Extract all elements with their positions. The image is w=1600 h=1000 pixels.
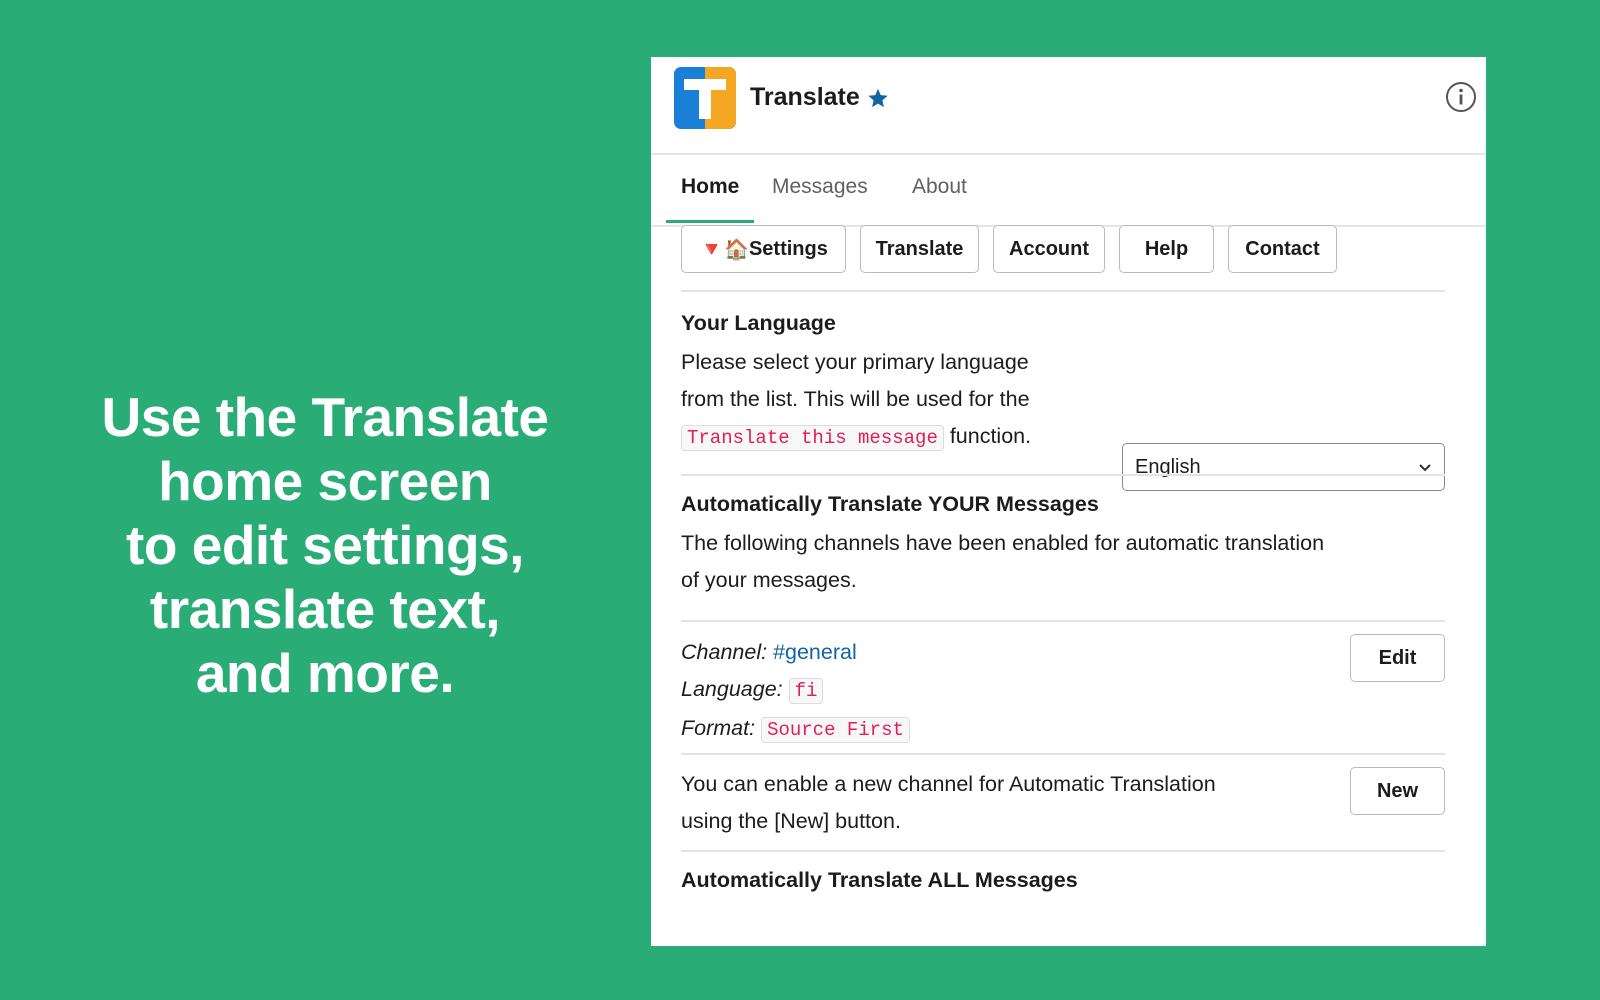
channel-details: Channel: #general Language: fi Format: S… [681, 634, 1241, 749]
divider [681, 620, 1445, 622]
promo-line: to edit settings, [126, 514, 524, 576]
tab-home[interactable]: Home [666, 175, 755, 223]
tab-bar: Home Messages About [651, 155, 1486, 227]
your-language-description: Please select your primary language from… [681, 344, 1111, 457]
promo-line: home screen [158, 450, 492, 512]
new-channel-description: You can enable a new channel for Automat… [681, 766, 1321, 840]
star-icon[interactable] [867, 87, 889, 114]
description-line: using the [New] button. [681, 809, 901, 833]
contact-button[interactable]: Contact [1228, 225, 1337, 273]
description-line: The following channels have been enabled… [681, 531, 1325, 555]
description-line: You can enable a new channel for Automat… [681, 772, 1216, 796]
app-header: Translate [651, 57, 1486, 155]
your-language-title: Your Language [681, 311, 836, 335]
auto-all-title: Automatically Translate ALL Messages [681, 868, 1078, 892]
divider [681, 290, 1445, 292]
settings-button-label: Settings [748, 237, 828, 260]
description-line: Please select your primary language [681, 350, 1029, 374]
divider [681, 850, 1445, 852]
auto-your-title: Automatically Translate YOUR Messages [681, 492, 1099, 516]
function-suffix: function. [943, 424, 1032, 448]
description-line: Translate this message function. [681, 418, 1111, 457]
divider [681, 474, 1445, 476]
language-row: Language: fi [681, 671, 1241, 710]
format-row: Format: Source First [681, 710, 1241, 749]
format-code: Source First [761, 717, 910, 743]
info-icon[interactable] [1445, 81, 1477, 118]
app-window: Translate Home Messages About 🔻🏠 Settings… [651, 57, 1486, 946]
promo-line: Use the Translate [101, 386, 549, 448]
help-button[interactable]: Help [1119, 225, 1214, 273]
action-buttons: 🔻🏠 Settings Translate Account Help Contac… [681, 225, 1445, 273]
code-translate-this-message: Translate this message [681, 425, 944, 451]
language-code: fi [788, 678, 824, 704]
format-label: Format: [681, 716, 756, 740]
settings-button[interactable]: 🔻🏠 Settings [681, 225, 846, 273]
new-button[interactable]: New [1350, 767, 1445, 815]
description-line: from the list. This will be used for the [681, 387, 1030, 411]
tab-about[interactable]: About [897, 175, 982, 223]
translate-button[interactable]: Translate [860, 225, 979, 273]
app-logo [674, 67, 736, 129]
description-line: of your messages. [681, 568, 857, 592]
language-select[interactable]: English [1122, 443, 1445, 491]
edit-button[interactable]: Edit [1350, 634, 1445, 682]
auto-your-description: The following channels have been enabled… [681, 525, 1445, 599]
channel-row: Channel: #general [681, 634, 1241, 671]
settings-emoji-icon: 🔻🏠 [699, 238, 749, 261]
promo-line: translate text, [149, 578, 501, 640]
divider [681, 753, 1445, 755]
tab-messages[interactable]: Messages [757, 175, 883, 223]
account-button[interactable]: Account [993, 225, 1105, 273]
promo-text: Use the Translate home screen to edit se… [60, 385, 590, 705]
home-content: 🔻🏠 Settings Translate Account Help Contac… [681, 225, 1445, 892]
language-label: Language: [681, 677, 783, 701]
channel-label: Channel: [681, 640, 768, 664]
channel-link[interactable]: #general [773, 640, 857, 664]
app-title: Translate [750, 83, 860, 111]
promo-line: and more. [195, 642, 455, 704]
